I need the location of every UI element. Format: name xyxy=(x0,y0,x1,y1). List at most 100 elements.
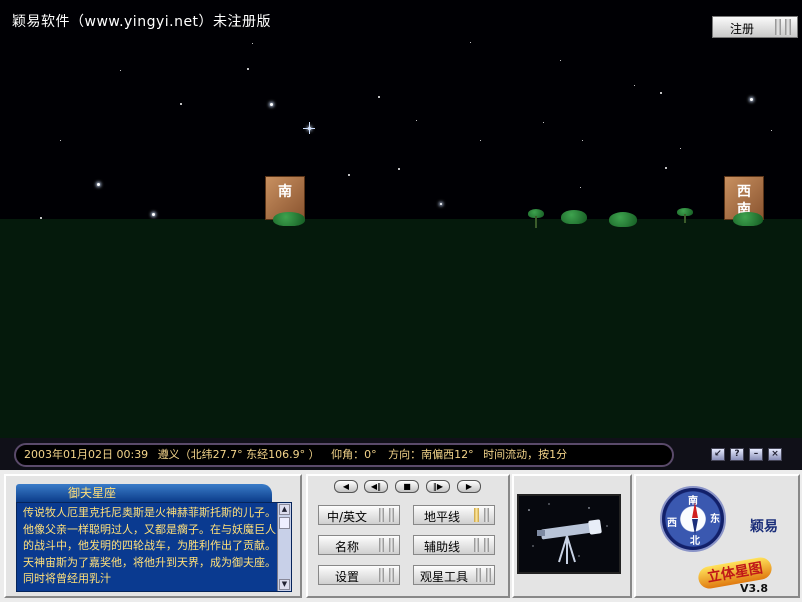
ground[interactable] xyxy=(0,219,802,438)
language-toggle-button[interactable]: 中/英文 xyxy=(318,505,400,525)
night-sky[interactable]: 颖易软件（www.yingyi.net）未注册版 注册 xyxy=(0,0,802,220)
star xyxy=(152,213,155,216)
star xyxy=(247,68,249,70)
star xyxy=(634,85,635,86)
close-button[interactable]: × xyxy=(768,448,782,461)
stop-button[interactable]: ■ xyxy=(395,480,419,493)
guides-label: 辅助线 xyxy=(423,540,460,554)
scroll-up-icon[interactable]: ▲ xyxy=(279,504,290,515)
shrub xyxy=(561,210,587,224)
status-readout: 2003年01月02日 00:39 遵义（北纬27.7° 东经106.9° ） … xyxy=(14,443,674,467)
telescope-icon xyxy=(528,503,608,564)
names-toggle-button[interactable]: 名称 xyxy=(318,535,400,555)
step-forward-button[interactable]: ‖▶ xyxy=(426,480,450,493)
horizon-toggle-button[interactable]: 地平线 xyxy=(413,505,495,525)
observation-tools-button[interactable]: 观星工具 xyxy=(413,565,495,585)
compass-east-label: 东 xyxy=(710,514,720,525)
step-forward-icon: ‖▶ xyxy=(432,482,444,491)
minimize-button[interactable]: – xyxy=(749,448,763,461)
button-grip xyxy=(775,19,781,35)
status-bar: 2003年01月02日 00:39 遵义（北纬27.7° 东经106.9° ） … xyxy=(0,438,802,470)
star xyxy=(348,174,350,176)
brand-logo: 南 东 北 西 颖易 立体星图 V3.8 xyxy=(640,476,798,598)
star xyxy=(440,203,442,205)
button-grip xyxy=(476,568,481,582)
stop-icon: ■ xyxy=(403,482,411,491)
star xyxy=(378,96,380,98)
button-grip xyxy=(484,538,489,552)
button-grip xyxy=(486,568,491,582)
version-label: V3.8 xyxy=(740,582,768,595)
star xyxy=(560,60,561,61)
star xyxy=(398,168,400,170)
star xyxy=(580,187,581,188)
star xyxy=(97,183,100,186)
star xyxy=(480,140,481,141)
step-back-button[interactable]: ◀‖ xyxy=(364,480,388,493)
star xyxy=(665,167,667,169)
restore-button[interactable]: ↙ xyxy=(711,448,725,461)
compass-needle xyxy=(692,502,698,518)
help-button[interactable]: ? xyxy=(730,448,744,461)
star xyxy=(470,42,471,43)
scroll-down-icon[interactable]: ▼ xyxy=(279,579,290,590)
status-elevation: 仰角：0° xyxy=(331,448,377,461)
minimize-icon: – xyxy=(753,449,759,459)
shrub xyxy=(609,212,637,227)
star xyxy=(660,92,662,94)
info-scrollbar[interactable]: ▲ ▼ xyxy=(277,503,291,591)
rewind-icon: ◀ xyxy=(342,482,350,491)
telescope-view[interactable] xyxy=(517,494,621,574)
star xyxy=(680,148,681,149)
sign-label: 南 xyxy=(278,184,292,200)
star xyxy=(750,98,753,101)
status-datetime: 2003年01月02日 00:39 xyxy=(24,448,149,461)
button-grip xyxy=(785,19,791,35)
status-direction: 方向：南偏西12° xyxy=(388,448,474,461)
step-back-icon: ◀‖ xyxy=(370,482,382,491)
button-grip xyxy=(474,508,479,522)
play-button[interactable]: ▶ xyxy=(457,480,481,493)
shrub xyxy=(273,212,305,226)
constellation-description: 传说牧人厄里克托尼奥斯是火神赫菲斯托斯的儿子。他像父亲一样聪明过人，又都是瘸子。… xyxy=(23,506,276,585)
company-logo: 颖易 xyxy=(750,519,778,535)
compass-west-label: 西 xyxy=(667,518,677,529)
constellation-title-tab: 御夫星座 xyxy=(16,484,272,502)
button-grip xyxy=(379,568,384,582)
star xyxy=(270,103,273,106)
language-label: 中/英文 xyxy=(326,510,368,524)
horizon-label: 地平线 xyxy=(423,510,460,524)
constellation-info[interactable]: 传说牧人厄里克托尼奥斯是火神赫菲斯托斯的儿子。他像父亲一样聪明过人，又都是瘸子。… xyxy=(16,502,292,592)
button-grip xyxy=(484,508,489,522)
tree-trunk xyxy=(684,214,686,223)
restore-icon: ↙ xyxy=(714,449,722,459)
control-panel: 御夫星座 传说牧人厄里克托尼奥斯是火神赫菲斯托斯的儿子。他像父亲一样聪明过人，又… xyxy=(0,470,802,602)
star xyxy=(60,140,61,141)
compass-needle xyxy=(692,519,698,535)
shrub xyxy=(733,212,763,226)
star xyxy=(303,122,315,134)
help-icon: ? xyxy=(734,449,740,459)
settings-label: 设置 xyxy=(334,570,359,584)
names-label: 名称 xyxy=(334,540,359,554)
unregistered-watermark: 颖易软件（www.yingyi.net）未注册版 xyxy=(12,14,272,30)
button-grip xyxy=(474,538,479,552)
tree-trunk xyxy=(535,216,537,228)
settings-button[interactable]: 设置 xyxy=(318,565,400,585)
tools-label: 观星工具 xyxy=(419,570,468,584)
star xyxy=(416,120,417,121)
star xyxy=(252,43,253,44)
register-button[interactable]: 注册 xyxy=(712,16,798,38)
guides-toggle-button[interactable]: 辅助线 xyxy=(413,535,495,555)
star xyxy=(543,122,544,123)
register-label: 注册 xyxy=(729,22,754,36)
button-grip xyxy=(379,538,384,552)
button-grip xyxy=(379,508,384,522)
compass-icon: 南 东 北 西 xyxy=(660,486,726,552)
button-grip xyxy=(389,538,394,552)
play-icon: ▶ xyxy=(465,482,473,491)
scroll-thumb[interactable] xyxy=(279,517,290,529)
star xyxy=(582,140,583,141)
rewind-button[interactable]: ◀ xyxy=(334,480,358,493)
status-location: 遵义（北纬27.7° 东经106.9° ） xyxy=(157,448,320,461)
